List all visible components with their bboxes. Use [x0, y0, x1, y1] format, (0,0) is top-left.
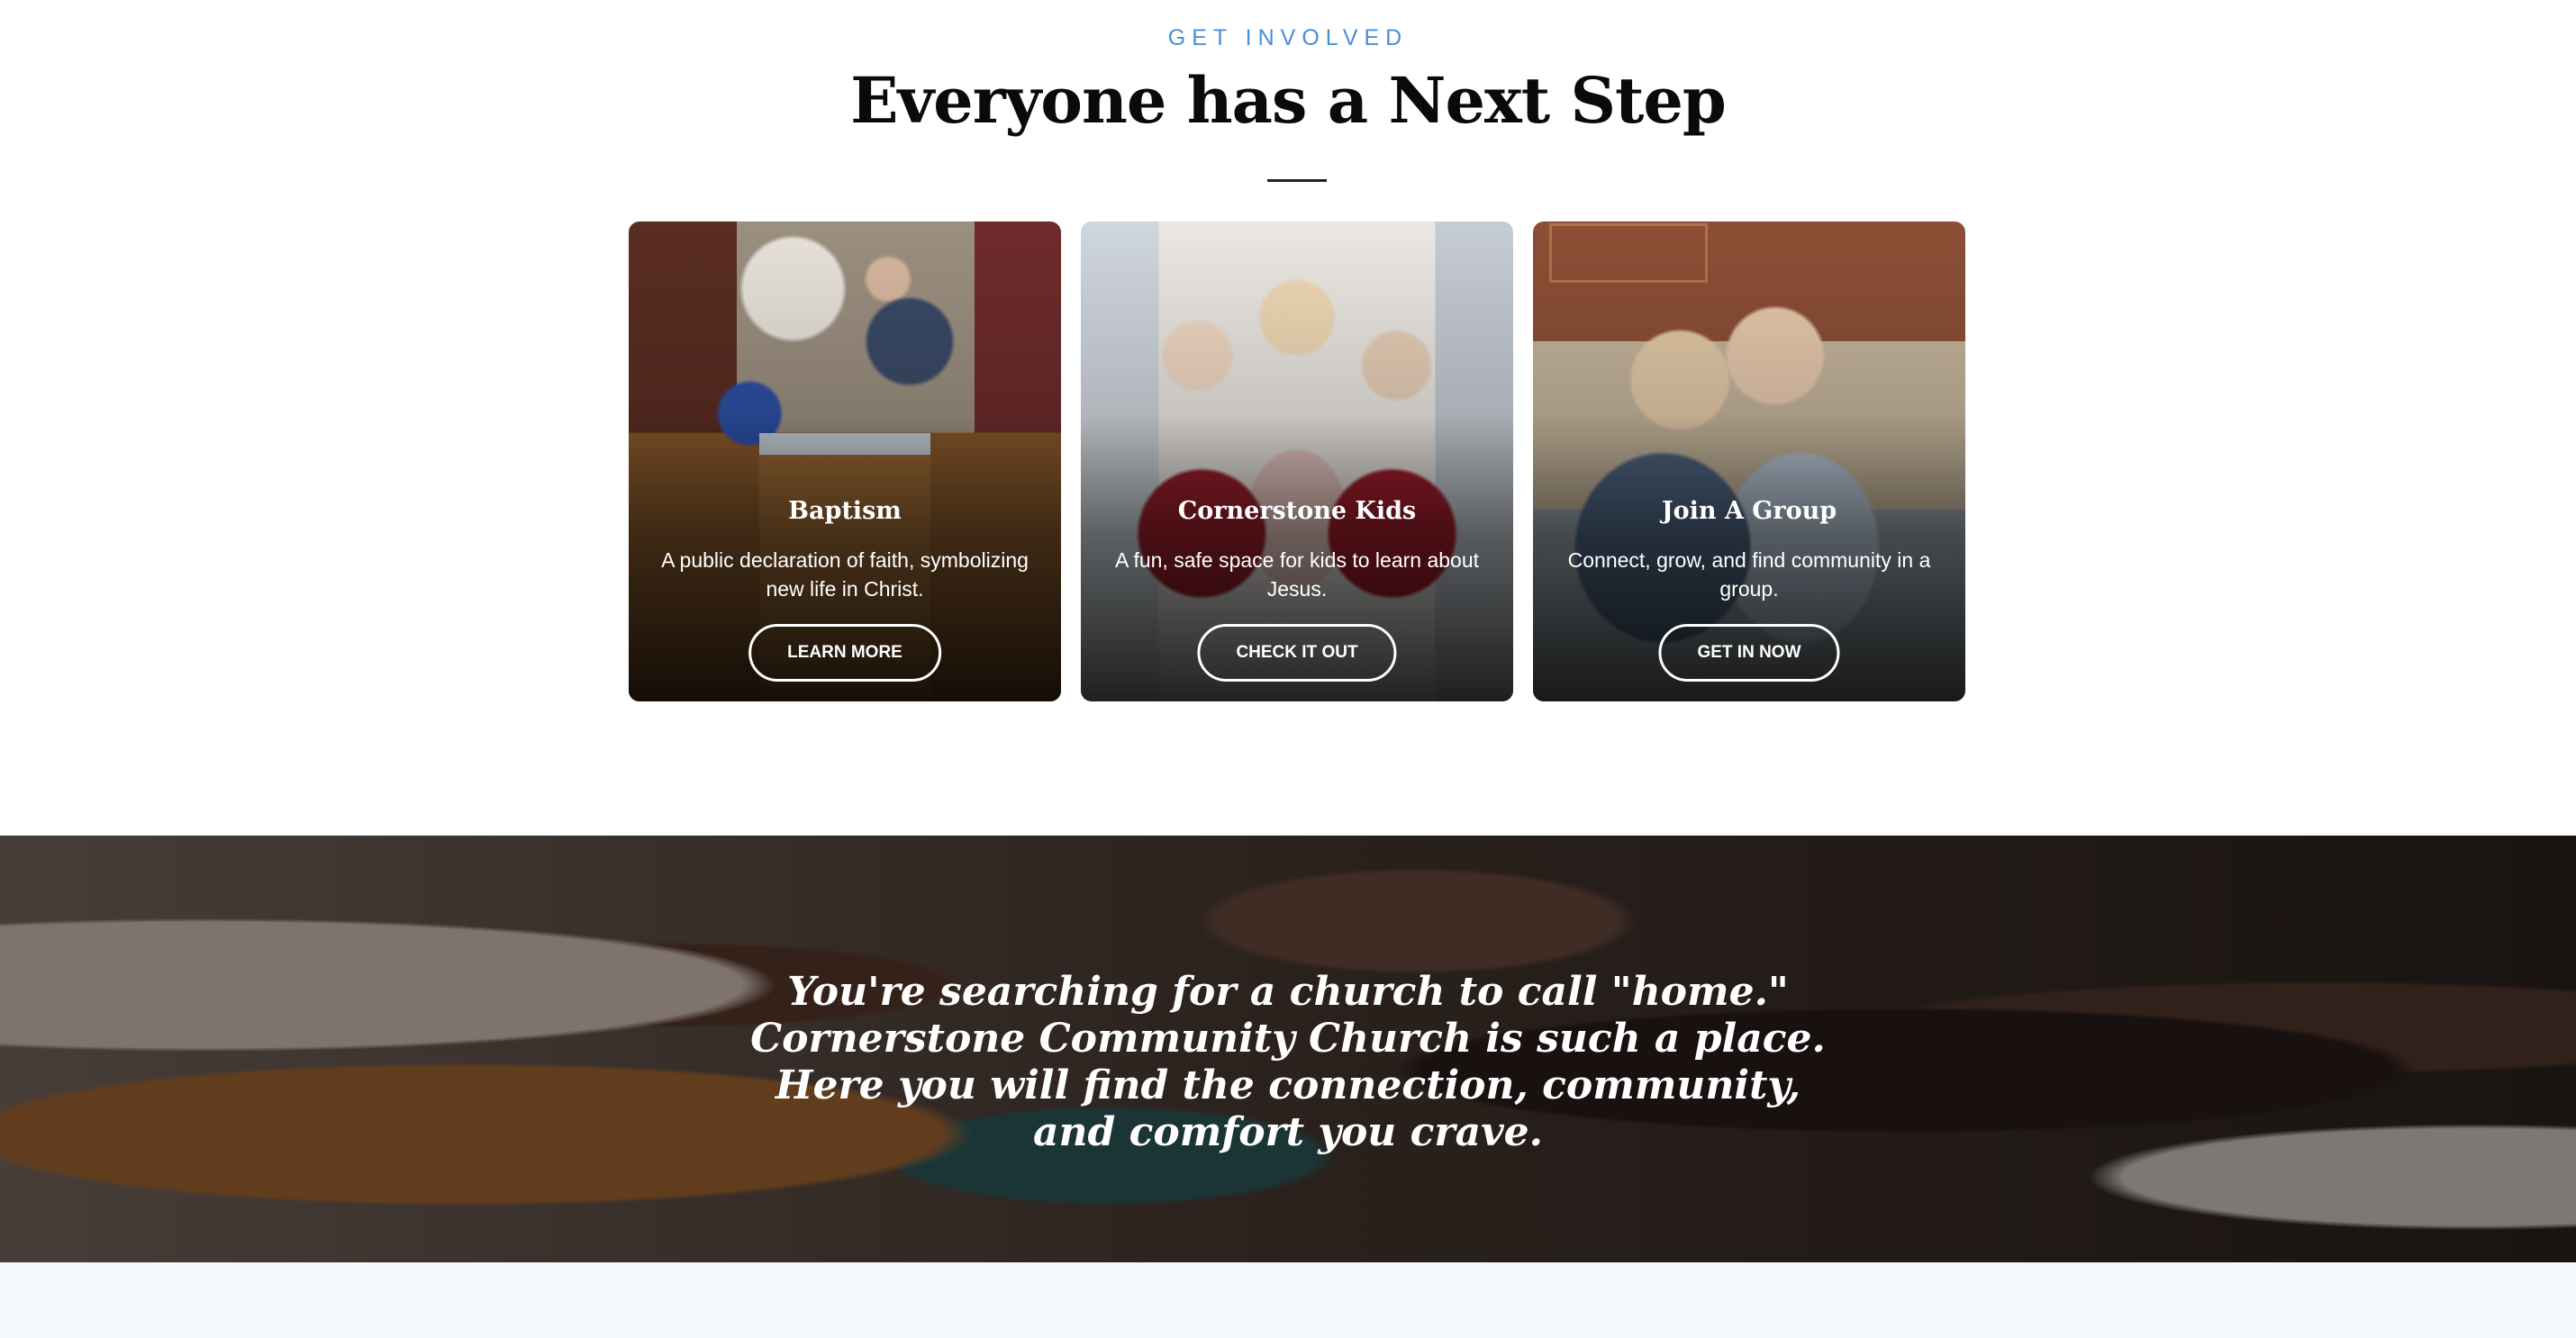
card-description: A public declaration of faith, symbolizi… [661, 548, 1029, 601]
cornerstone-kids-card: Cornerstone Kids A fun, safe space for k… [1081, 221, 1513, 701]
baptism-card: Baptism A public declaration of faith, s… [629, 221, 1061, 701]
card-title: Join A Group [1661, 497, 1837, 525]
next-step-cards: Baptism A public declaration of faith, s… [629, 221, 1965, 701]
card-description: A fun, safe space for kids to learn abou… [1114, 548, 1480, 601]
heading-divider [1267, 179, 1327, 182]
next-section-strip [0, 1262, 2576, 1338]
quote-banner: You're searching for a church to call "h… [0, 836, 2576, 1262]
banner-quote: You're searching for a church to call "h… [750, 969, 1826, 1155]
check-it-out-button[interactable]: CHECK IT OUT [1197, 624, 1397, 682]
learn-more-button[interactable]: LEARN MORE [748, 624, 941, 682]
section-heading: Everyone has a Next Step [850, 63, 1727, 138]
card-description: Connect, grow, and find community in a g… [1567, 548, 1931, 601]
card-title: Baptism [788, 497, 902, 525]
section-eyebrow: GET INVOLVED [1167, 25, 1409, 50]
card-title: Cornerstone Kids [1177, 497, 1417, 525]
get-in-now-button[interactable]: GET IN NOW [1658, 624, 1840, 682]
join-a-group-card: Join A Group Connect, grow, and find com… [1533, 221, 1965, 701]
get-involved-section: GET INVOLVED Everyone has a Next Step Ba… [0, 0, 2576, 836]
